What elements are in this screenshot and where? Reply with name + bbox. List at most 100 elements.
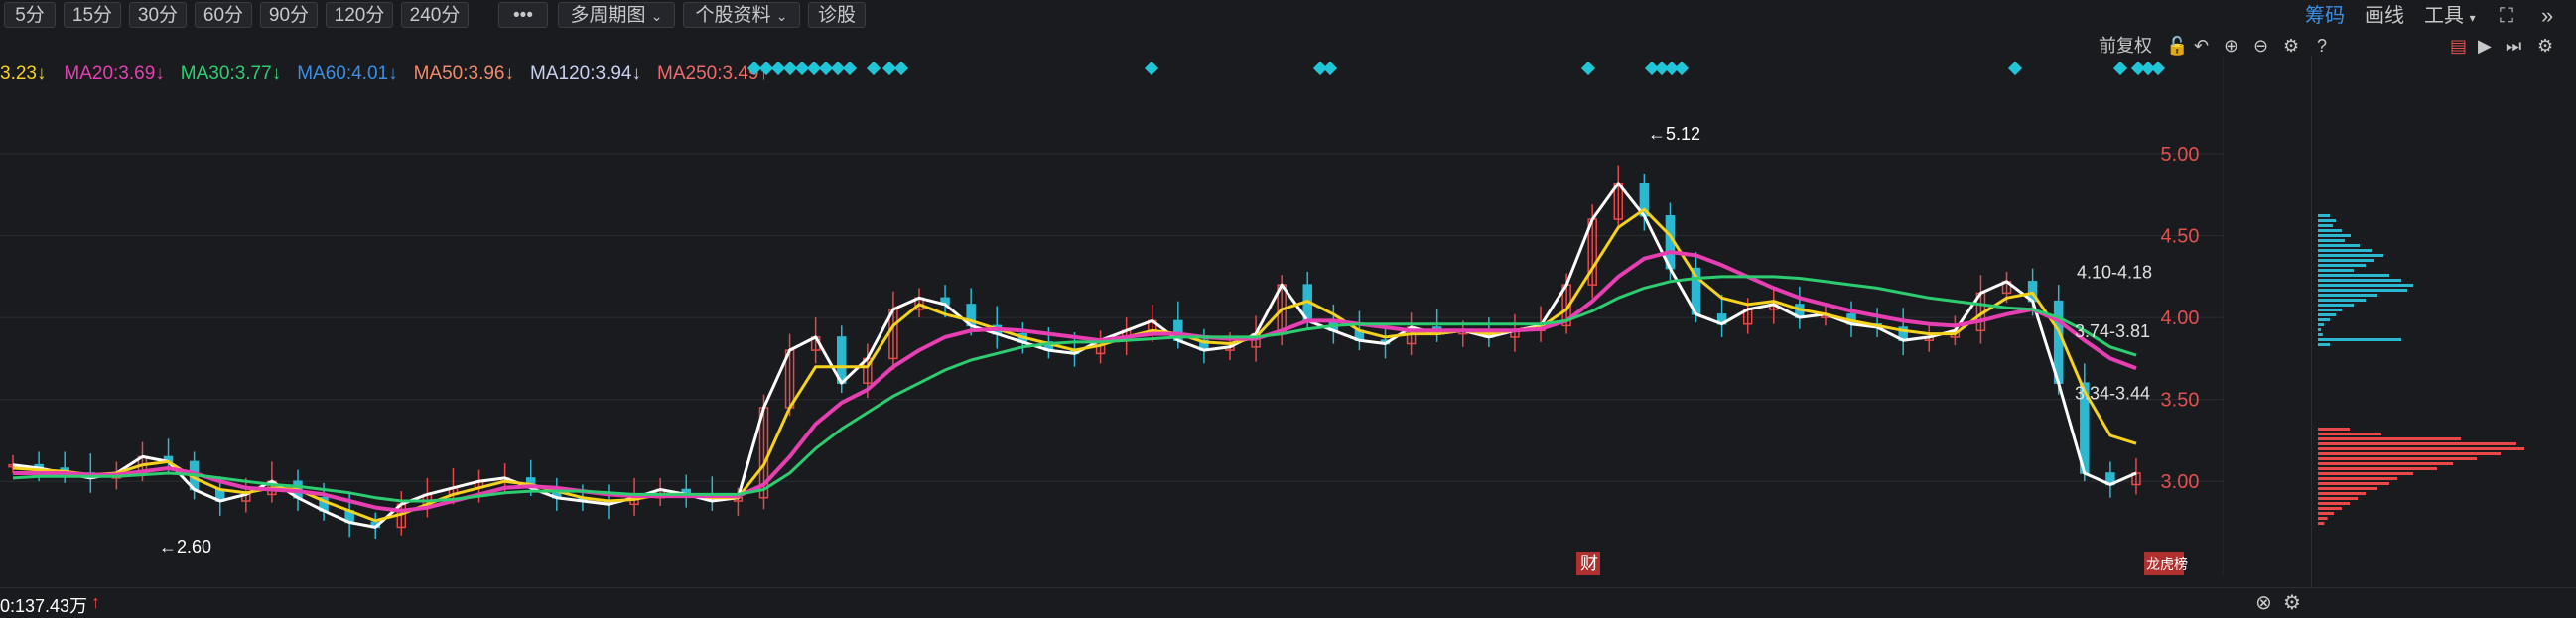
settings-icon[interactable]: ⚙ [2283,34,2299,58]
chip-bar [2318,428,2350,431]
signal-diamond [842,61,858,76]
chip-bar [2318,259,2374,262]
fullscreen-icon[interactable]: ⛶ [2500,3,2513,29]
caret-down-icon: ▾ [2469,11,2476,25]
next-icon[interactable]: ⏭ [2506,34,2521,58]
signal-diamond [2007,61,2023,76]
chip-bar [2318,328,2321,331]
chip-bar [2318,467,2437,470]
signal-diamond [893,61,909,76]
zoom-in-icon[interactable]: ⊕ [2224,34,2238,58]
stock-info-label: 个股资料 [695,5,771,26]
price-axis: 5.00 4.50 4.00 3.50 3.00 [2161,144,2200,493]
signal-diamond [1580,61,1596,76]
price-tick-label: 4.00 [2161,308,2200,329]
range-label: 4.10-4.18 [2077,263,2152,283]
lock-icon[interactable]: 🔓 [2166,34,2188,58]
range-label: 3.34-3.44 [2075,384,2150,404]
chip-bar [2318,269,2354,272]
chip-bar [2318,497,2358,500]
chip-bar [2318,299,2366,302]
chip-bar [2318,294,2377,297]
price-tick-label: 4.50 [2161,226,2200,248]
tools-label: 工具 [2424,5,2464,27]
volume-value: 0:137.43万 [0,596,88,616]
chip-bar [2318,447,2524,450]
bang-badge-label: 龙虎榜 [2146,556,2188,573]
chip-bar [2318,313,2336,316]
kline-icon[interactable]: ▤ [2450,34,2467,58]
chip-bar [2318,477,2397,480]
ma-line-ma20 [13,250,2137,513]
period-button-120分[interactable]: 120分 [326,2,393,28]
chip-bar [2318,249,2372,252]
price-tick-label: 5.00 [2161,144,2200,166]
chip-bar [2318,289,2407,292]
footer-settings-icon[interactable]: ⚙ [2283,590,2301,615]
chip-bar [2318,437,2461,440]
period-button-5分[interactable]: 5分 [4,2,56,28]
chip-bar [2318,502,2350,505]
undo-icon[interactable]: ↶ [2194,34,2209,58]
chip-bar [2318,284,2413,287]
chip-bar [2318,219,2336,222]
multi-period-label: 多周期图 [570,5,646,26]
chip-bar [2318,507,2342,510]
play-icon[interactable]: ▶ [2478,34,2492,58]
period-button-90分[interactable]: 90分 [260,2,318,28]
chip-bar [2318,492,2366,495]
price-tick-label: 3.00 [2161,471,2200,493]
chip-bar [2318,343,2330,346]
chip-bar [2318,304,2354,307]
zoom-out-icon[interactable]: ⊖ [2253,34,2268,58]
chip-bar [2318,462,2453,465]
chip-bar [2318,224,2333,227]
stock-info-button[interactable]: 个股资料 ⌄ [683,2,800,28]
chip-bar [2318,472,2413,475]
chip-bar [2318,487,2377,490]
price-tick-label: 3.50 [2161,390,2200,412]
chevron-down-icon: ⌄ [775,8,788,24]
tools-menu[interactable]: 工具 ▾ [2424,3,2476,29]
signal-diamond [866,61,881,76]
chips-tab[interactable]: 筹码 [2305,3,2345,29]
chip-bar [2318,323,2324,326]
high-price-label: ←5.12 [1648,124,1700,144]
signal-diamond [1322,61,1338,76]
adjust-label[interactable]: 前复权 [2099,34,2152,58]
chip-bar [2318,254,2383,257]
ma-line-ma30 [12,275,2137,503]
chip-settings-icon[interactable]: ⚙ [2537,34,2553,58]
period-button-30分[interactable]: 30分 [129,2,187,28]
more-button[interactable]: ••• [498,2,548,28]
multi-period-button[interactable]: 多周期图 ⌄ [558,2,675,28]
chip-bar [2318,318,2330,321]
period-button-15分[interactable]: 15分 [64,2,121,28]
collapse-icon[interactable]: » [2541,3,2553,29]
chip-bar [2318,229,2342,232]
draw-tab[interactable]: 画线 [2365,3,2404,29]
toolbar: 5分 15分 30分 60分 90分 120分 240分 ••• 多周期图 ⌄ 个股资料 ⌄… [0,0,2576,32]
chip-bar [2318,234,2351,237]
range-label: 3.74-3.81 [2075,321,2150,341]
chip-bar [2318,482,2389,485]
chip-bar [2318,457,2477,460]
chip-bar [2318,517,2328,520]
close-icon[interactable]: ⊗ [2255,590,2272,615]
volume-footer: 0:137.43万 ↑ ⊗ ⚙ [0,587,2576,617]
low-price-label: ←2.60 [159,537,211,556]
diagnose-button[interactable]: 诊股 [808,2,866,28]
chip-bar [2318,452,2501,455]
signal-diamond [2150,61,2166,76]
help-icon[interactable]: ? [2317,34,2327,58]
candlestick-chart[interactable]: 5.00 4.50 4.00 3.50 3.00 ←2.60 ←5.12 4.10-4.18… [0,56,2224,575]
period-button-60分[interactable]: 60分 [195,2,252,28]
signal-diamond [1674,61,1690,76]
chip-bar [2318,512,2334,515]
chevron-down-icon: ⌄ [650,8,663,24]
chip-bar [2318,244,2360,247]
chip-bar [2318,274,2389,277]
period-button-240分[interactable]: 240分 [401,2,469,28]
chip-bar [2318,338,2401,341]
signal-diamond [1144,61,1159,76]
